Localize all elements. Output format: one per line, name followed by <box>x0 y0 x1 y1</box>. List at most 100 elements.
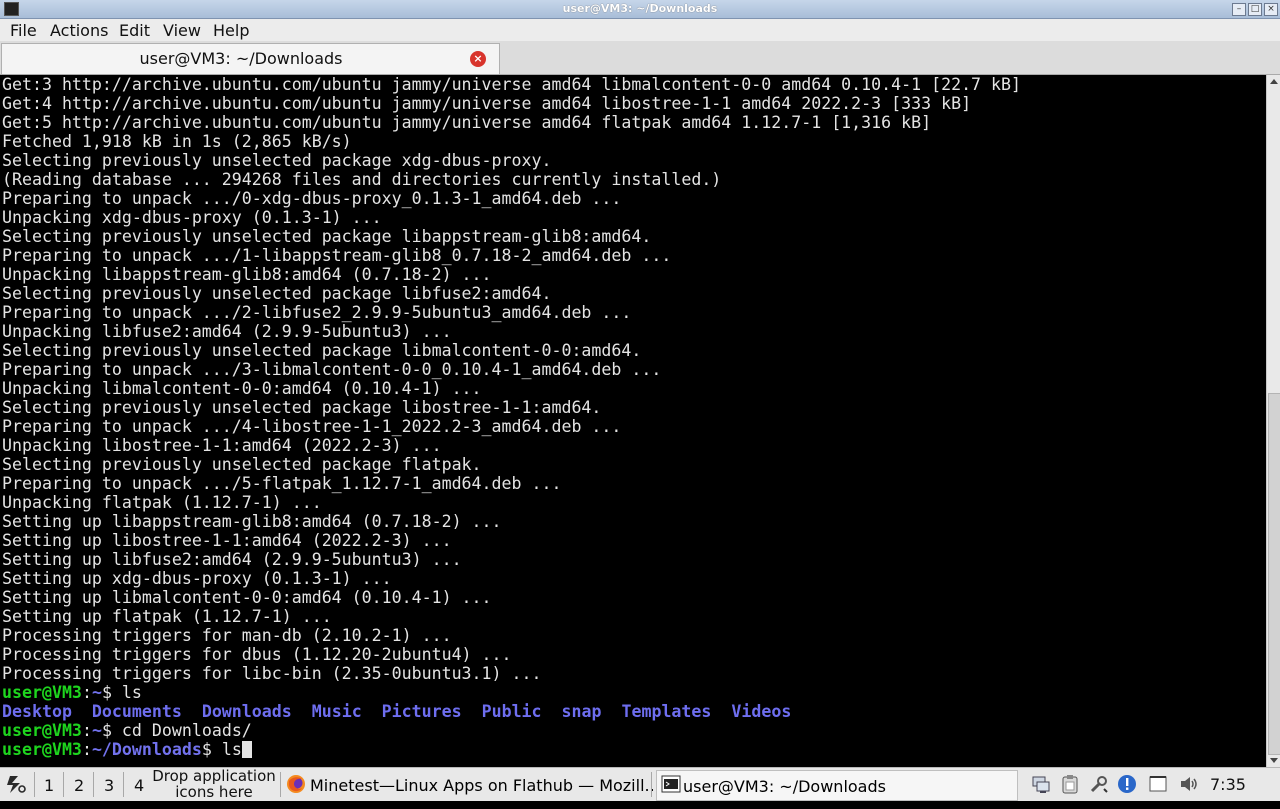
ls-output: Desktop Documents Downloads Music Pictur… <box>2 702 791 721</box>
output-line: Unpacking flatpak (1.12.7-1) ... <box>2 493 322 512</box>
ls-dir: snap <box>561 702 602 721</box>
task-terminal[interactable]: user@VM3: ~/Downloads <box>656 770 1018 801</box>
close-tab-icon[interactable]: × <box>470 51 486 67</box>
tab-bar: user@VM3: ~/Downloads × <box>0 41 1280 75</box>
menu-actions[interactable]: Actions <box>50 21 108 40</box>
maximize-button[interactable]: □ <box>1248 3 1262 16</box>
prompt-command: ls <box>121 683 142 702</box>
prompt-sep: : <box>81 683 92 702</box>
scroll-up-icon[interactable] <box>1270 79 1278 84</box>
output-line: Unpacking libfuse2:amd64 (2.9.9-5ubuntu3… <box>2 322 452 341</box>
scrollbar-thumb[interactable] <box>1268 393 1280 755</box>
close-window-button[interactable]: × <box>1264 3 1278 16</box>
window-titlebar[interactable]: user@VM3: ~/Downloads – □ × <box>0 0 1280 19</box>
taskbar: 1 2 3 4 Drop application icons here Mine… <box>0 767 1280 801</box>
output-line: Setting up libfuse2:amd64 (2.9.9-5ubuntu… <box>2 550 462 569</box>
terminal-icon <box>661 775 681 793</box>
prompt-line: user@VM3:~$ ls <box>2 683 142 702</box>
prompt-user: user@VM3 <box>2 683 82 702</box>
ls-dir: Pictures <box>381 702 462 721</box>
tools-icon[interactable] <box>1089 774 1109 794</box>
output-line: Setting up libappstream-glib8:amd64 (0.7… <box>2 512 502 531</box>
volume-icon[interactable] <box>1179 774 1199 794</box>
output-line: Preparing to unpack .../3-libmalcontent-… <box>2 360 662 379</box>
menu-view[interactable]: View <box>163 21 201 40</box>
prompt-line: user@VM3:~/Downloads$ ls <box>2 740 252 759</box>
prompt-path: ~ <box>91 721 102 740</box>
output-line: Preparing to unpack .../4-libostree-1-1_… <box>2 417 622 436</box>
prompt-sign: $ <box>101 721 122 740</box>
tab-label: user@VM3: ~/Downloads <box>139 49 343 68</box>
output-line: Preparing to unpack .../2-libfuse2_2.9.9… <box>2 303 632 322</box>
prompt-path: ~/Downloads <box>91 740 202 759</box>
clock[interactable]: 7:35 <box>1210 775 1246 794</box>
output-line: (Reading database ... 294268 files and d… <box>2 170 722 189</box>
firefox-icon <box>287 775 305 793</box>
ls-dir: Templates <box>621 702 712 721</box>
tab-terminal[interactable]: user@VM3: ~/Downloads × <box>1 43 500 74</box>
output-line: Setting up libostree-1-1:amd64 (2022.2-3… <box>2 531 452 550</box>
output-line: Unpacking libappstream-glib8:amd64 (0.7.… <box>2 265 492 284</box>
menu-help[interactable]: Help <box>213 21 249 40</box>
output-line: Processing triggers for dbus (1.12.20-2u… <box>2 645 512 664</box>
output-line: Preparing to unpack .../0-xdg-dbus-proxy… <box>2 189 622 208</box>
text-cursor <box>241 741 252 758</box>
terminal-scrollbar[interactable] <box>1266 75 1280 767</box>
output-line: Unpacking xdg-dbus-proxy (0.1.3-1) ... <box>2 208 382 227</box>
output-line: Processing triggers for man-db (2.10.2-1… <box>2 626 452 645</box>
desktop-1-button[interactable]: 1 <box>44 776 54 809</box>
update-notification-icon[interactable] <box>1117 774 1137 794</box>
prompt-user: user@VM3 <box>2 721 82 740</box>
ls-dir: Downloads <box>201 702 292 721</box>
output-line: Unpacking libmalcontent-0-0:amd64 (0.10.… <box>2 379 482 398</box>
network-icon[interactable] <box>1031 774 1051 794</box>
output-line: Setting up flatpak (1.12.7-1) ... <box>2 607 332 626</box>
task-label: user@VM3: ~/Downloads <box>683 777 886 796</box>
prompt-line: user@VM3:~$ cd Downloads/ <box>2 721 252 740</box>
quicklaunch-drop-area[interactable]: Drop application icons here <box>152 768 276 800</box>
drop-hint-line-2: icons here <box>175 783 253 801</box>
task-firefox[interactable]: Minetest—Linux Apps on Flathub — Mozill.… <box>284 770 660 799</box>
output-line: Selecting previously unselected package … <box>2 341 642 360</box>
prompt-sign: $ <box>101 683 122 702</box>
desktop-2-button[interactable]: 2 <box>74 776 84 809</box>
prompt-user: user@VM3 <box>2 740 82 759</box>
drop-hint-line-1: Drop application <box>152 767 276 785</box>
notes-icon[interactable] <box>1148 774 1168 794</box>
output-line: Setting up libmalcontent-0-0:amd64 (0.10… <box>2 588 492 607</box>
output-line: Preparing to unpack .../5-flatpak_1.12.7… <box>2 474 562 493</box>
output-line: Selecting previously unselected package … <box>2 455 482 474</box>
prompt-sep: : <box>81 740 92 759</box>
menu-file[interactable]: File <box>10 21 37 40</box>
output-line: Preparing to unpack .../1-libappstream-g… <box>2 246 672 265</box>
output-line: Get:4 http://archive.ubuntu.com/ubuntu j… <box>2 94 972 113</box>
output-line: Selecting previously unselected package … <box>2 151 552 170</box>
prompt-path: ~ <box>91 683 102 702</box>
ls-dir: Desktop <box>2 702 72 721</box>
ls-dir: Documents <box>91 702 182 721</box>
minimize-button[interactable]: – <box>1232 3 1246 16</box>
output-line: Get:3 http://archive.ubuntu.com/ubuntu j… <box>2 75 1022 94</box>
task-label: Minetest—Linux Apps on Flathub — Mozill.… <box>310 776 660 795</box>
output-line: Unpacking libostree-1-1:amd64 (2022.2-3)… <box>2 436 442 455</box>
ls-dir: Public <box>481 702 542 721</box>
ls-dir: Videos <box>731 702 792 721</box>
terminal-output: Get:3 http://archive.ubuntu.com/ubuntu j… <box>2 75 1021 683</box>
prompt-sign: $ <box>201 740 222 759</box>
prompt-command: ls <box>221 740 242 759</box>
terminal-view[interactable]: Get:3 http://archive.ubuntu.com/ubuntu j… <box>0 75 1266 767</box>
output-line: Selecting previously unselected package … <box>2 227 652 246</box>
output-line: Get:5 http://archive.ubuntu.com/ubuntu j… <box>2 113 932 132</box>
menu-edit[interactable]: Edit <box>119 21 150 40</box>
menu-bar: File Actions Edit View Help <box>0 19 1280 41</box>
output-line: Fetched 1,918 kB in 1s (2,865 kB/s) <box>2 132 352 151</box>
output-line: Processing triggers for libc-bin (2.35-0… <box>2 664 542 683</box>
desktop-4-button[interactable]: 4 <box>134 776 144 809</box>
scroll-down-icon[interactable] <box>1270 758 1278 763</box>
prompt-sep: : <box>81 721 92 740</box>
desktop-3-button[interactable]: 3 <box>104 776 114 809</box>
window-title: user@VM3: ~/Downloads <box>562 2 718 15</box>
clipboard-icon[interactable] <box>1060 774 1080 794</box>
application-menu-icon[interactable] <box>4 772 28 796</box>
output-line: Selecting previously unselected package … <box>2 284 552 303</box>
